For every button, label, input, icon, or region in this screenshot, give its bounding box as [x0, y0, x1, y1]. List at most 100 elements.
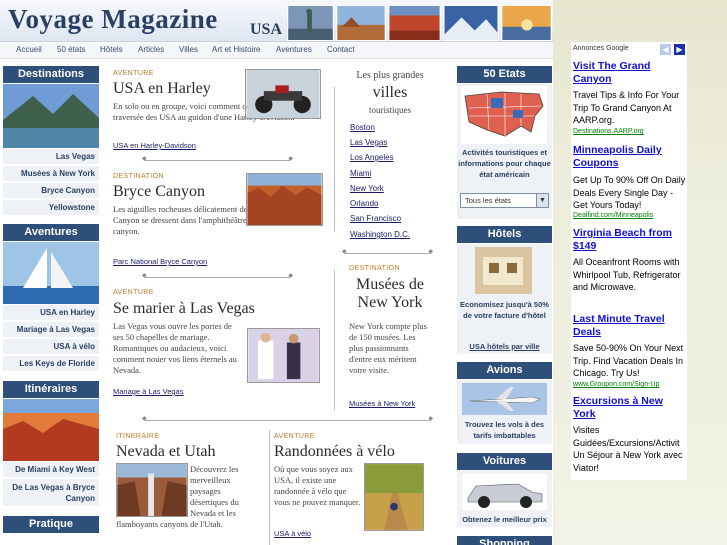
ville-link[interactable]: San Francisco	[350, 214, 401, 223]
sidebar-link-bryce[interactable]: Bryce Canyon	[3, 183, 99, 199]
column-separator	[269, 430, 270, 545]
etats-title: 50 Etats	[457, 66, 552, 83]
nav-item-50-etats[interactable]: 50 états	[57, 45, 85, 54]
sidebar-link-yellowstone[interactable]: Yellowstone	[3, 200, 99, 216]
harley-image	[245, 69, 321, 119]
voitures-text: Obtenez le meilleur prix	[462, 515, 547, 524]
ad-title[interactable]: Last Minute Travel Deals	[573, 313, 673, 339]
ville-link[interactable]: Miami	[350, 169, 371, 178]
ad-body: Visites Guidées/Excursions/Activit Un Sé…	[573, 425, 683, 473]
ad-url[interactable]: www.Groupon.com/Sign-Up	[573, 381, 659, 388]
main-nav: Accueil 50 états Hôtels Articles Villes …	[0, 43, 553, 59]
sidebar-link-musees-ny[interactable]: Musées à New York	[3, 166, 99, 182]
site-logo[interactable]: Voyage Magazine	[8, 4, 218, 35]
nymusees-text: New York compte plus de 150 musées. Les …	[349, 321, 427, 375]
nymusees-kicker: DESTINATION	[349, 265, 400, 272]
column-separator	[334, 270, 335, 410]
nav-item-art-histoire[interactable]: Art et Histoire	[212, 45, 260, 54]
ville-link[interactable]: New York	[350, 184, 384, 193]
ville-link[interactable]: Orlando	[350, 199, 378, 208]
site-header: Voyage Magazine USA	[0, 0, 553, 42]
villes-title: villes	[372, 84, 408, 101]
ad-body: All Oceanfront Rooms with Whirlpool Tub,…	[573, 257, 681, 292]
divider	[142, 155, 293, 162]
nav-item-accueil[interactable]: Accueil	[16, 45, 42, 54]
vegas-link[interactable]: Mariage à Las Vegas	[113, 387, 183, 396]
hotels-link[interactable]: USA hôtels par ville	[457, 341, 552, 352]
ad-body: Get Up To 90% Off On Daily Deals Every S…	[573, 175, 686, 210]
utah-kicker: ITINERAIRE	[116, 433, 160, 440]
ville-link[interactable]: Boston	[350, 123, 375, 132]
ad-url[interactable]: Destinations.AARP.org	[573, 128, 644, 135]
sidebar-link-velo[interactable]: USA à vélo	[3, 339, 99, 355]
sidebar-link-mariage[interactable]: Mariage à Las Vegas	[3, 322, 99, 338]
google-ads-panel: Annonces Google ◀ ▶ Visit The Grand Cany…	[571, 42, 687, 480]
nav-item-villes[interactable]: Villes	[179, 45, 198, 54]
nymusees-link[interactable]: Musées à New York	[349, 399, 415, 408]
nav-item-contact[interactable]: Contact	[327, 45, 355, 54]
nymusees-title[interactable]: Musées de New York	[349, 276, 431, 312]
next-ad-icon[interactable]: ▶	[674, 44, 685, 55]
sidebar-link-miami-keywest[interactable]: De Miami à Key West	[3, 462, 99, 478]
vegas-image	[247, 328, 320, 383]
ville-link[interactable]: Los Angeles	[350, 153, 394, 162]
harley-title[interactable]: USA en Harley	[113, 80, 211, 98]
utah-title[interactable]: Nevada et Utah	[116, 443, 216, 461]
ad-title[interactable]: Visit The Grand Canyon	[573, 60, 661, 86]
nav-item-articles[interactable]: Articles	[138, 45, 164, 54]
shopping-title: Shopping	[457, 536, 552, 545]
bryce-title[interactable]: Bryce Canyon	[113, 183, 205, 201]
harley-link[interactable]: USA en Harley-Davidson	[113, 141, 196, 150]
ad-title[interactable]: Excursions à New York	[573, 395, 673, 421]
voitures-title: Voitures	[457, 453, 552, 470]
utah-text-a: Découvrez les merveilleux paysages déser…	[190, 464, 239, 518]
sidebar-link-las-vegas[interactable]: Las Vegas	[3, 149, 99, 165]
usa-map-image[interactable]	[461, 86, 547, 144]
vegas-kicker: AVENTURE	[113, 289, 154, 296]
chevron-down-icon[interactable]: ▼	[536, 194, 548, 207]
nav-item-aventures[interactable]: Aventures	[276, 45, 312, 54]
velo-text: Où que vous soyez aux USA, il existe une…	[274, 464, 361, 507]
prev-ad-icon[interactable]: ◀	[660, 44, 671, 55]
sidebar-destinations-title: Destinations	[3, 66, 99, 83]
villes-post: touristiques	[369, 105, 411, 115]
ad-body: Travel Tips & Info For Your Trip To Gran…	[573, 90, 680, 125]
car-image[interactable]	[462, 474, 547, 510]
ad-title[interactable]: Virginia Beach from $149	[573, 227, 683, 253]
column-separator	[334, 87, 335, 232]
ville-link[interactable]: Las Vegas	[350, 138, 387, 147]
divider	[142, 415, 433, 422]
ad-title[interactable]: Minneapolis Daily Coupons	[573, 144, 683, 170]
header-photo-sunset	[501, 5, 552, 41]
ville-link[interactable]: Washington D.C.	[350, 230, 410, 239]
airplane-image[interactable]	[462, 383, 547, 415]
bryce-image	[246, 173, 323, 226]
velo-title[interactable]: Randonnées à vélo	[274, 443, 395, 461]
avions-text: Trouvez les vols à des tarifs imbattable…	[464, 420, 545, 440]
velo-link[interactable]: USA à vélo	[274, 529, 311, 538]
etats-text: Activités touristiques et informations p…	[458, 148, 551, 179]
hotels-text: Economisez jusqu'à 50% de votre facture …	[460, 300, 549, 320]
utah-image	[116, 463, 188, 517]
ad-body: Save 50-90% On Your Next Trip. Find Vaca…	[573, 343, 684, 378]
sidebar-pratique-title: Pratique	[3, 516, 99, 533]
etats-select[interactable]: Tous les états ▼	[460, 193, 549, 208]
aventures-image	[3, 242, 99, 304]
sidebar-link-usa-harley[interactable]: USA en Harley	[3, 305, 99, 321]
vegas-text: Las Vegas vous ouvre les portes de ses 5…	[113, 321, 237, 375]
vegas-title[interactable]: Se marier à Las Vegas	[113, 300, 255, 318]
nav-item-hotels[interactable]: Hôtels	[100, 45, 123, 54]
bryce-kicker: DESTINATION	[113, 173, 164, 180]
bryce-link[interactable]: Parc National Bryce Canyon	[113, 257, 207, 266]
avions-title: Avions	[457, 362, 552, 379]
villes-pre: Les plus grandes	[356, 70, 424, 81]
sidebar-link-vegas-bryce[interactable]: De Las Vegas à Bryce Canyon	[3, 479, 99, 507]
header-photo-liberty	[287, 5, 334, 41]
velo-kicker: AVENTURE	[274, 433, 315, 440]
sidebar-link-keys[interactable]: Les Keys de Floride	[3, 356, 99, 372]
hotel-image[interactable]	[475, 247, 532, 294]
sidebar-aventures-title: Aventures	[3, 224, 99, 241]
ad-url[interactable]: Dealfind.com/Minneapolis	[573, 212, 653, 219]
destinations-image	[3, 84, 99, 148]
etats-select-value: Tous les états	[465, 196, 511, 205]
